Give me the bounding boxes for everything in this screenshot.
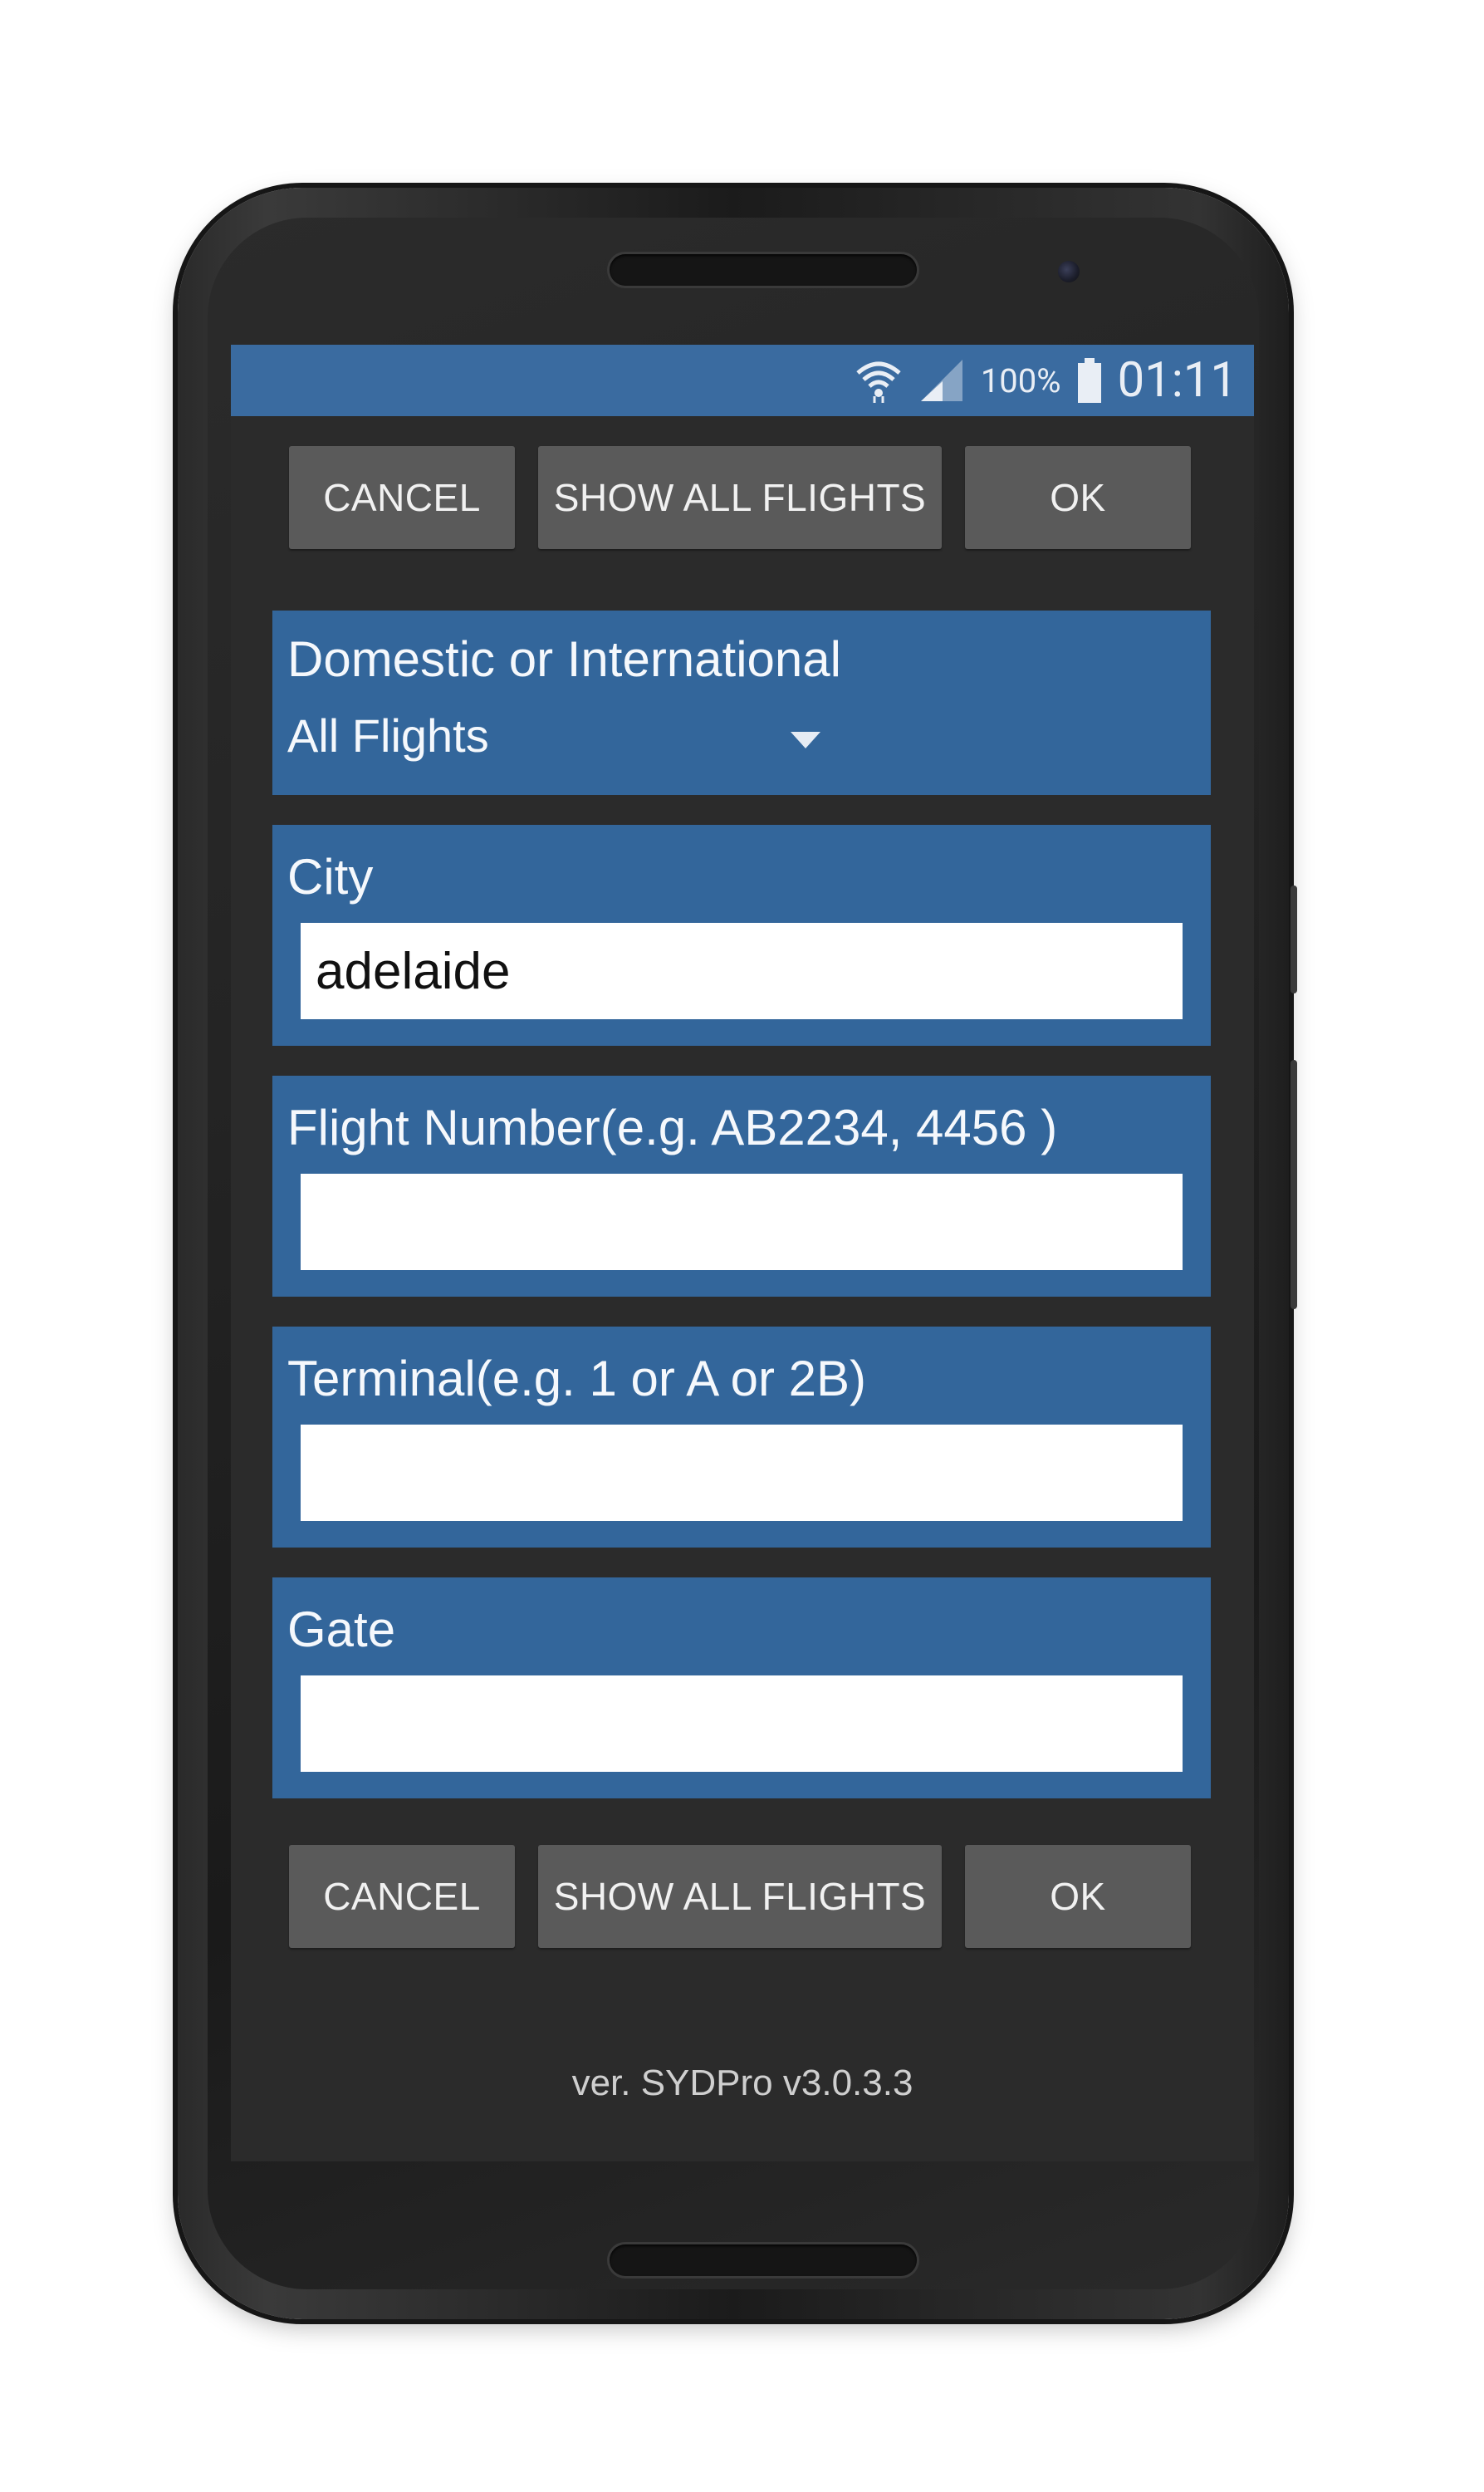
bottom-button-row: CANCEL SHOW ALL FLIGHTS OK — [289, 1845, 1194, 1948]
terminal-panel: Terminal(e.g. 1 or A or 2B) — [272, 1327, 1211, 1548]
domestic-international-select[interactable]: All Flights — [287, 702, 835, 768]
bottom-speaker — [610, 2244, 917, 2276]
top-speaker — [610, 254, 917, 286]
battery-percent: 100% — [980, 361, 1061, 400]
city-input[interactable] — [301, 923, 1183, 1019]
volume-button — [1291, 1060, 1297, 1309]
wifi-icon — [856, 361, 901, 403]
terminal-label: Terminal(e.g. 1 or A or 2B) — [287, 1351, 866, 1406]
gate-input[interactable] — [301, 1675, 1183, 1772]
ok-button[interactable]: OK — [965, 446, 1191, 549]
status-clock: 01:11 — [1117, 352, 1237, 409]
status-bar: 100% 01:11 — [231, 345, 1254, 416]
domestic-international-label: Domestic or International — [287, 631, 841, 687]
top-button-row: CANCEL SHOW ALL FLIGHTS OK — [289, 446, 1194, 549]
ok-button-bottom[interactable]: OK — [965, 1845, 1191, 1948]
signal-icon — [920, 360, 962, 401]
flight-number-panel: Flight Number(e.g. AB2234, 4456 ) — [272, 1076, 1211, 1297]
status-icons: 100% 01:11 — [855, 345, 1237, 416]
show-all-flights-button-bottom[interactable]: SHOW ALL FLIGHTS — [538, 1845, 942, 1948]
terminal-input[interactable] — [301, 1425, 1183, 1521]
power-button — [1291, 885, 1297, 993]
show-all-flights-button[interactable]: SHOW ALL FLIGHTS — [538, 446, 942, 549]
city-label: City — [287, 849, 374, 905]
cancel-button-bottom[interactable]: CANCEL — [289, 1845, 515, 1948]
battery-icon — [1077, 358, 1101, 403]
version-label: ver. SYDPro v3.0.3.3 — [571, 2063, 913, 2103]
gate-label: Gate — [287, 1602, 396, 1657]
city-panel: City — [272, 825, 1211, 1046]
flight-number-input[interactable] — [301, 1174, 1183, 1270]
gate-panel: Gate — [272, 1577, 1211, 1798]
cancel-button[interactable]: CANCEL — [289, 446, 515, 549]
domestic-international-panel: Domestic or International All Flights — [272, 611, 1211, 795]
front-camera — [1058, 261, 1080, 282]
flight-number-label: Flight Number(e.g. AB2234, 4456 ) — [287, 1100, 1058, 1155]
chevron-down-icon[interactable] — [791, 732, 820, 748]
app-screen: 100% 01:11 CANCEL SHOW ALL FLIGHTS OK Do… — [231, 345, 1254, 2161]
